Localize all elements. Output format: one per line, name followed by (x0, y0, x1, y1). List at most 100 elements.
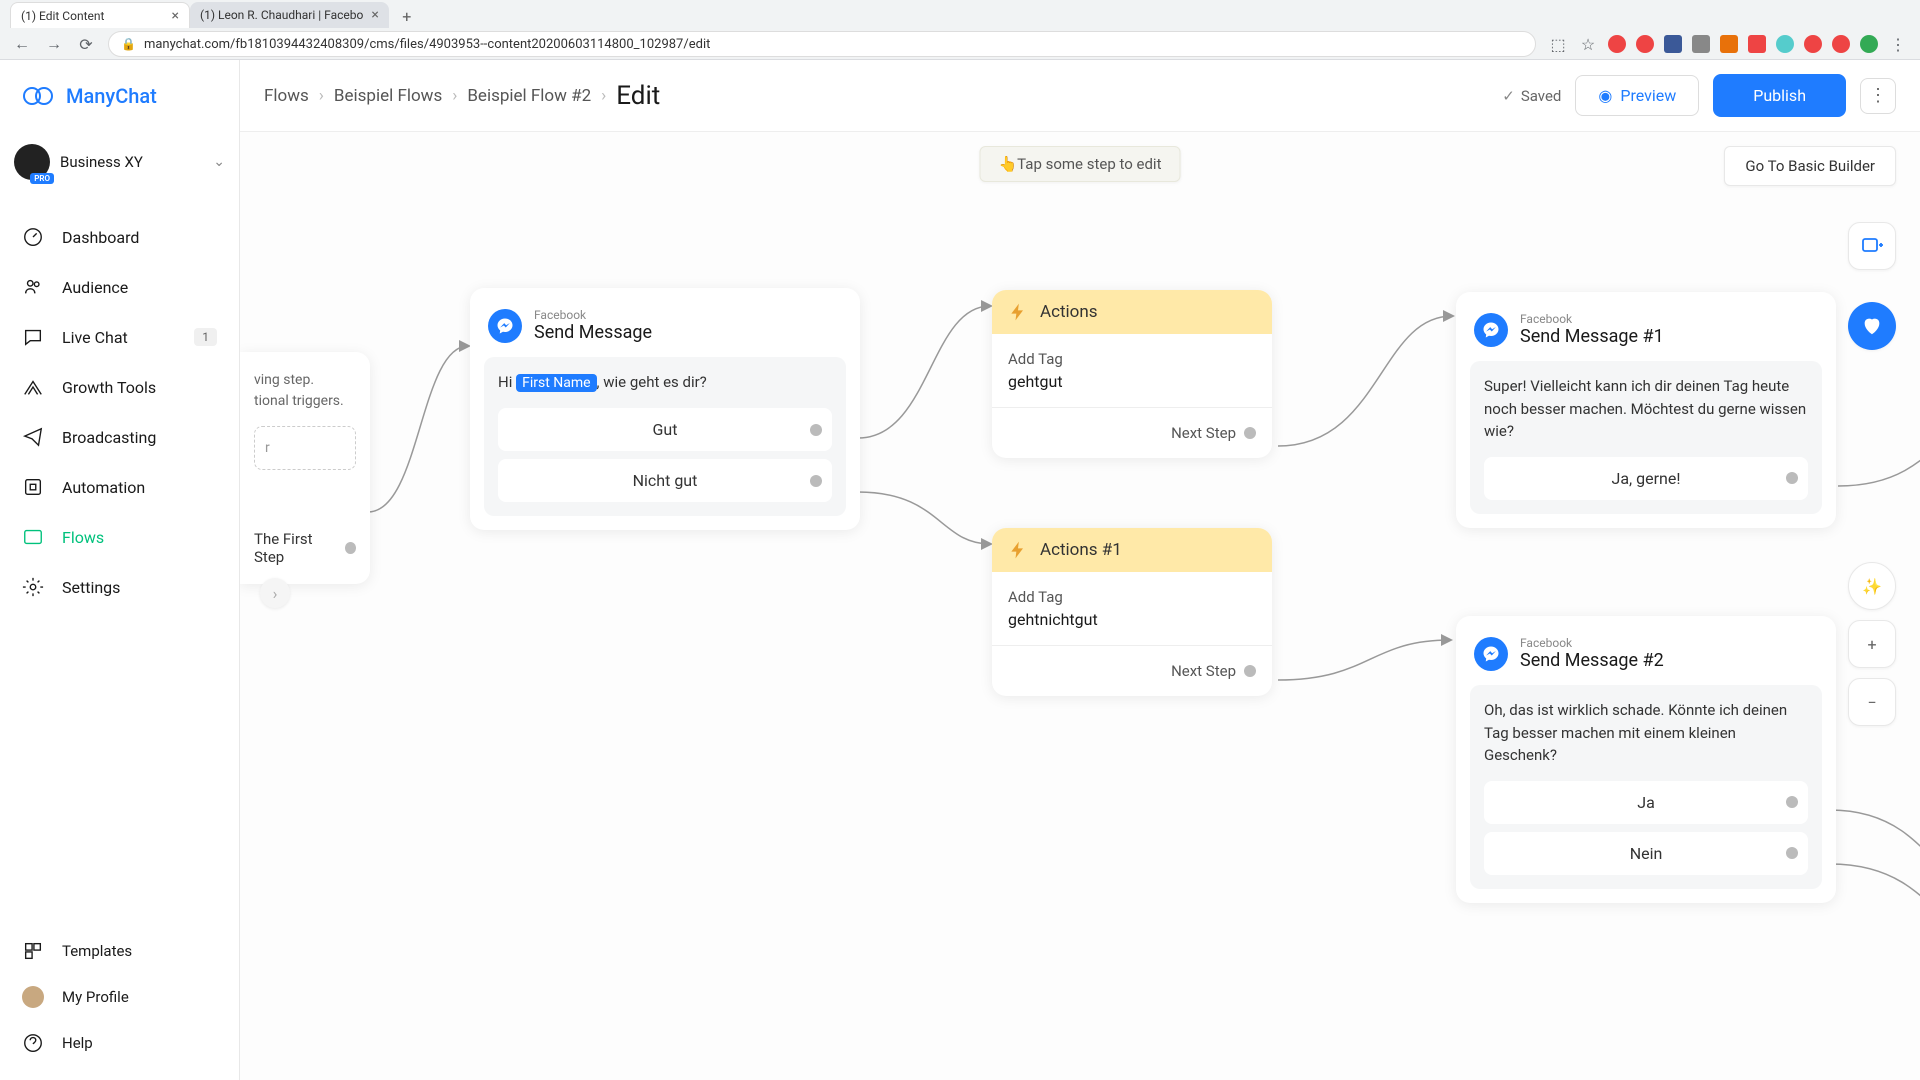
zoom-in-button[interactable]: + (1848, 620, 1896, 668)
ext-icon[interactable] (1748, 35, 1766, 53)
send-message-node[interactable]: Facebook Send Message Hi First Name, wie… (470, 288, 860, 530)
zoom-out-button[interactable]: − (1848, 678, 1896, 726)
tab-title: (1) Edit Content (21, 9, 104, 23)
ext-icon[interactable] (1832, 35, 1850, 53)
sidebar-item-templates[interactable]: Templates (0, 928, 239, 974)
saved-indicator: ✓ Saved (1502, 87, 1561, 105)
feedback-button[interactable] (1848, 302, 1896, 350)
sidebar-item-profile[interactable]: My Profile (0, 974, 239, 1020)
preview-button[interactable]: ◉ Preview (1575, 75, 1699, 116)
url-text: manychat.com/fb181039443240830​9/cms/fil… (144, 37, 710, 52)
translate-icon[interactable]: ⬚ (1548, 35, 1568, 54)
reply-button-ja-gerne[interactable]: Ja, gerne! (1484, 457, 1808, 500)
sidebar-item-growth[interactable]: Growth Tools (0, 362, 239, 412)
ext-icon[interactable] (1692, 35, 1710, 53)
ext-icon[interactable] (1776, 35, 1794, 53)
reply-button-nein[interactable]: Nein (1484, 832, 1808, 875)
next-step[interactable]: Next Step (992, 645, 1272, 696)
account-avatar: PRO (14, 144, 50, 180)
message-body[interactable]: Oh, das ist wirklich schade. Könnte ich … (1470, 685, 1822, 889)
reply-button-ja[interactable]: Ja (1484, 781, 1808, 824)
port-icon[interactable] (1244, 665, 1256, 677)
add-node-button[interactable] (1848, 222, 1896, 270)
sidebar-item-audience[interactable]: Audience (0, 262, 239, 312)
url-input[interactable]: 🔒 manychat.com/fb181039443240830​9/cms/f… (108, 31, 1536, 57)
dashboard-icon (22, 226, 44, 248)
crumb-flow[interactable]: Beispiel Flow #2 (467, 86, 591, 106)
ext-icon[interactable] (1608, 35, 1626, 53)
action-body[interactable]: Add Tag gehtgut (992, 334, 1272, 407)
more-button[interactable]: ⋮ (1860, 78, 1896, 114)
reply-button-nichtgut[interactable]: Nicht gut (498, 459, 832, 502)
star-icon[interactable]: ☆ (1578, 35, 1598, 54)
nav-label: Help (62, 1034, 93, 1052)
port-icon[interactable] (1786, 796, 1798, 808)
start-trigger-add[interactable]: r (254, 426, 356, 470)
forward-icon[interactable]: → (44, 34, 64, 54)
broadcasting-icon (22, 426, 44, 448)
send-message-2-node[interactable]: Facebook Send Message #2 Oh, das ist wir… (1456, 616, 1836, 903)
port-icon[interactable] (1244, 427, 1256, 439)
close-icon[interactable]: × (371, 7, 378, 23)
port-icon[interactable] (1786, 472, 1798, 484)
auto-arrange-button[interactable]: ✨ (1848, 562, 1896, 610)
node-subtitle: Facebook (1520, 312, 1664, 326)
reply-label: Nein (1630, 844, 1663, 863)
start-node[interactable]: ving step. tional triggers. r The First … (240, 352, 370, 584)
node-header: Facebook Send Message #2 (1470, 630, 1822, 685)
basic-builder-button[interactable]: Go To Basic Builder (1724, 146, 1896, 186)
ext-icon[interactable] (1636, 35, 1654, 53)
port-icon[interactable] (345, 542, 356, 554)
growth-icon (22, 376, 44, 398)
ext-icon[interactable] (1804, 35, 1822, 53)
publish-button[interactable]: Publish (1713, 74, 1846, 117)
port-icon[interactable] (810, 475, 822, 487)
node-subtitle: Facebook (534, 308, 652, 322)
actions-node-1[interactable]: Actions #1 Add Tag gehtnichtgut Next Ste… (992, 528, 1272, 696)
lock-icon: 🔒 (121, 37, 136, 51)
canvas[interactable]: 👆Tap some step to edit Go To Basic Build… (240, 132, 1920, 1080)
saved-text: Saved (1521, 87, 1562, 105)
sidebar-item-broadcasting[interactable]: Broadcasting (0, 412, 239, 462)
action-body[interactable]: Add Tag gehtnichtgut (992, 572, 1272, 645)
ext-icon[interactable] (1720, 35, 1738, 53)
next-step[interactable]: Next Step (992, 407, 1272, 458)
add-card-icon (1860, 234, 1884, 258)
back-icon[interactable]: ← (12, 34, 32, 54)
nav-label: Settings (62, 578, 120, 597)
node-title: Send Message #1 (1520, 326, 1664, 347)
nav-label: Automation (62, 478, 145, 497)
topbar: Flows › Beispiel Flows › Beispiel Flow #… (240, 60, 1920, 132)
reply-button-gut[interactable]: Gut (498, 408, 832, 451)
expand-button[interactable]: › (260, 578, 290, 608)
port-icon[interactable] (1786, 847, 1798, 859)
sidebar-item-flows[interactable]: Flows (0, 512, 239, 562)
nav-label: My Profile (62, 988, 129, 1006)
more-icon[interactable]: ⋮ (1888, 35, 1908, 54)
account-selector[interactable]: PRO Business XY ⌄ (0, 132, 239, 192)
sidebar-item-help[interactable]: Help (0, 1020, 239, 1066)
reload-icon[interactable]: ⟳ (76, 35, 96, 54)
message-body[interactable]: Super! Vielleicht kann ich dir deinen Ta… (1470, 361, 1822, 514)
automation-icon (22, 476, 44, 498)
actions-node[interactable]: Actions Add Tag gehtgut Next Step (992, 290, 1272, 458)
ext-icon[interactable] (1664, 35, 1682, 53)
sidebar-item-automation[interactable]: Automation (0, 462, 239, 512)
browser-tab-active[interactable]: (1) Edit Content × (10, 2, 190, 28)
sidebar-item-dashboard[interactable]: Dashboard (0, 212, 239, 262)
logo[interactable]: ManyChat (0, 60, 239, 132)
crumb-flows[interactable]: Flows (264, 86, 309, 106)
ext-icon[interactable] (1860, 35, 1878, 53)
pro-badge: PRO (30, 173, 54, 184)
sidebar-item-settings[interactable]: Settings (0, 562, 239, 612)
browser-tab[interactable]: (1) Leon R. Chaudhari | Facebo × (190, 2, 389, 28)
sidebar-item-livechat[interactable]: Live Chat 1 (0, 312, 239, 362)
new-tab-button[interactable]: + (395, 4, 419, 28)
bolt-icon (1008, 540, 1028, 560)
send-message-1-node[interactable]: Facebook Send Message #1 Super! Vielleic… (1456, 292, 1836, 528)
crumb-folder[interactable]: Beispiel Flows (334, 86, 442, 106)
message-text: Oh, das ist wirklich schade. Könnte ich … (1484, 699, 1808, 767)
message-body[interactable]: Hi First Name, wie geht es dir? Gut Nich… (484, 357, 846, 516)
port-icon[interactable] (810, 424, 822, 436)
close-icon[interactable]: × (172, 8, 179, 24)
